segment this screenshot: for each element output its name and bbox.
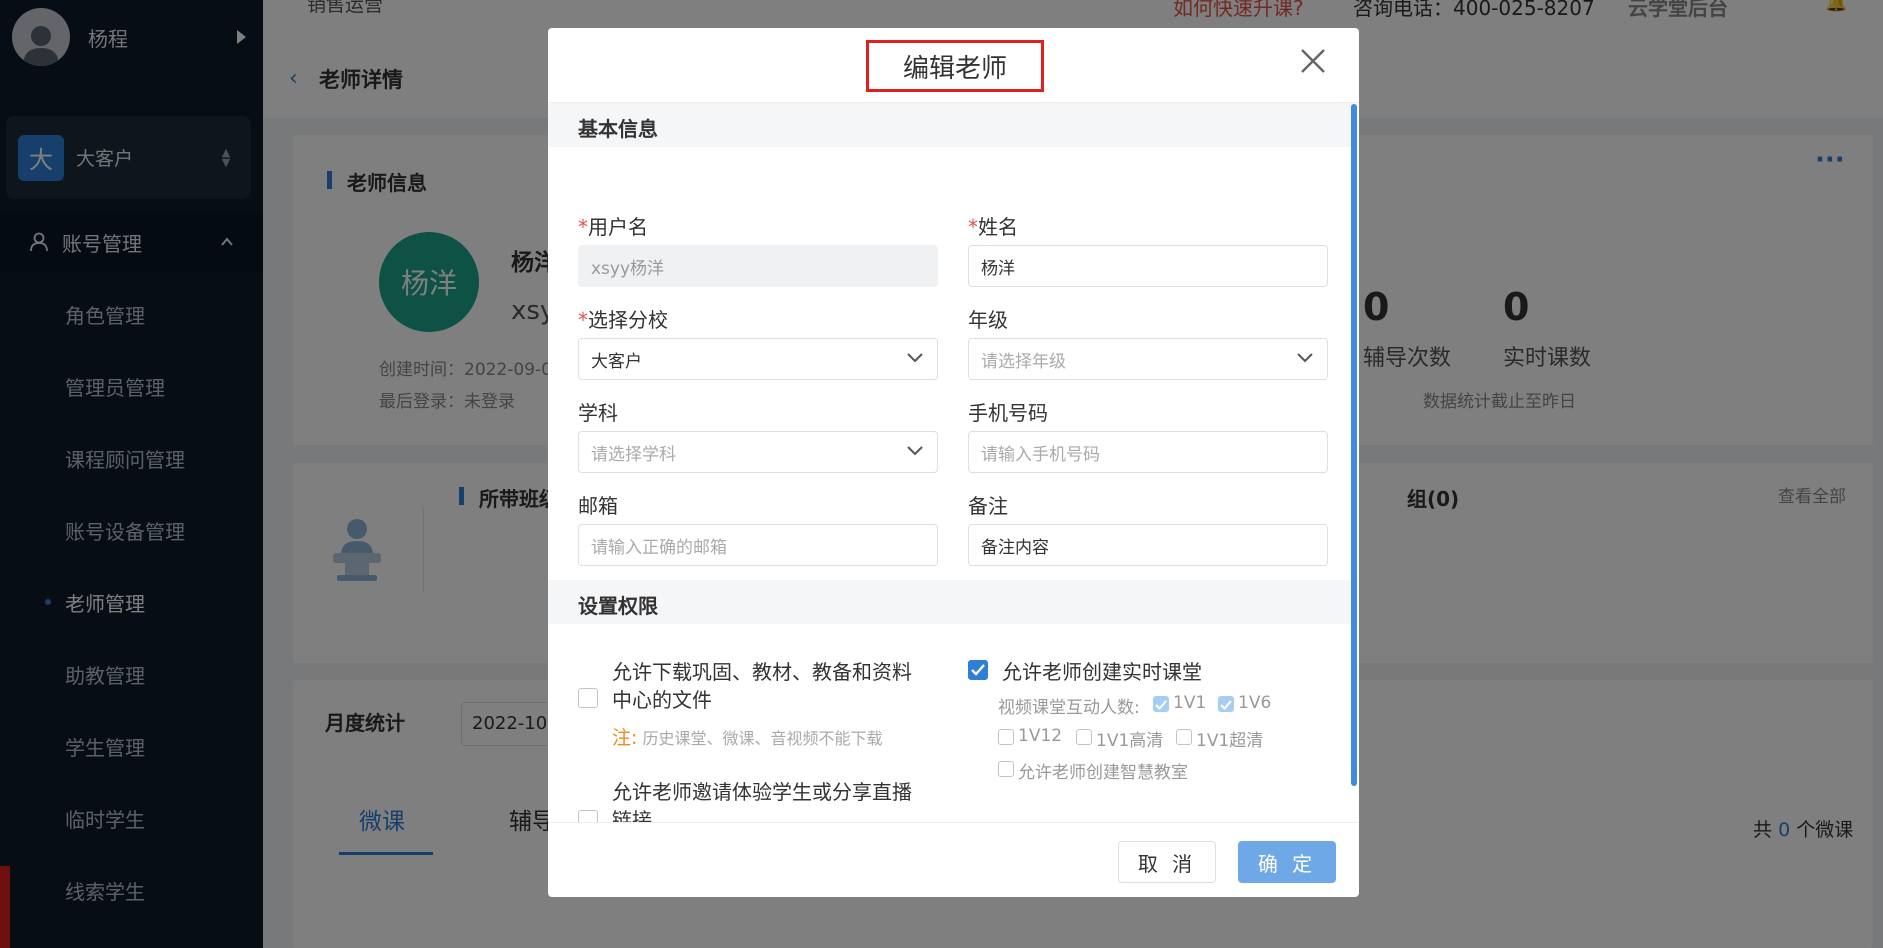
download-label-1: 允许下载巩固、教材、教备和资料 — [612, 660, 912, 684]
interact-label: 视频课堂互动人数: — [998, 698, 1140, 718]
opt-1v1uhd-label: 1V1超清 — [1196, 731, 1264, 751]
check-icon — [1220, 700, 1232, 710]
grade-label: 年级 — [968, 308, 1008, 332]
opt-1v1-checkbox — [1153, 696, 1169, 712]
subject-placeholder: 请选择学科 — [591, 444, 676, 465]
check-icon — [1155, 700, 1167, 710]
dialog-body: 基本信息 *用户名 xsyy杨洋 *姓名 杨洋 *选择分校 大客户 年级 请选择… — [548, 102, 1359, 822]
opt-1v12-checkbox — [998, 729, 1014, 745]
download-note: 注: 历史课堂、微课、音视频不能下载 — [612, 727, 883, 749]
opt-1v6-checkbox — [1218, 696, 1234, 712]
smart-class-checkbox — [998, 761, 1014, 777]
dialog-title: 编辑老师 — [866, 40, 1044, 92]
opt-1v1hd-label: 1V1高清 — [1096, 731, 1164, 751]
email-input[interactable]: 请输入正确的邮箱 — [578, 524, 938, 566]
email-label: 邮箱 — [578, 494, 618, 518]
smart-class-label: 允许老师创建智慧教室 — [1018, 763, 1188, 783]
realtime-checkbox[interactable] — [968, 660, 988, 680]
remark-input[interactable]: 备注内容 — [968, 524, 1328, 566]
username-field: xsyy杨洋 — [578, 245, 938, 287]
close-icon[interactable] — [1298, 46, 1328, 76]
invite-checkbox[interactable] — [578, 810, 598, 822]
download-label-2: 中心的文件 — [612, 688, 712, 712]
subject-label: 学科 — [578, 401, 618, 425]
branch-select[interactable]: 大客户 — [578, 338, 938, 380]
invite-label-1: 允许老师邀请体验学生或分享直播 — [612, 780, 912, 804]
remark-label: 备注 — [968, 494, 1008, 518]
section-basic: 基本信息 — [548, 103, 1352, 147]
edit-teacher-dialog: 编辑老师 基本信息 *用户名 xsyy杨洋 *姓名 杨洋 *选择分校 大客户 年… — [548, 28, 1359, 897]
download-checkbox[interactable] — [578, 688, 598, 708]
opt-1v1uhd-checkbox — [1176, 729, 1192, 745]
branch-value: 大客户 — [591, 351, 642, 372]
dialog-footer: 取 消 确 定 — [548, 822, 1359, 897]
grade-select[interactable]: 请选择年级 — [968, 338, 1328, 380]
section-permissions: 设置权限 — [548, 580, 1352, 624]
invite-label-2: 链接 — [612, 808, 652, 822]
chevron-down-icon — [907, 353, 923, 363]
name-label: *姓名 — [968, 215, 1018, 239]
phone-label: 手机号码 — [968, 401, 1048, 425]
chevron-down-icon — [907, 446, 923, 456]
grade-placeholder: 请选择年级 — [981, 351, 1066, 372]
subject-select[interactable]: 请选择学科 — [578, 431, 938, 473]
confirm-button[interactable]: 确 定 — [1238, 841, 1336, 883]
chevron-down-icon — [1297, 353, 1313, 363]
opt-1v1hd-checkbox — [1076, 729, 1092, 745]
branch-label: *选择分校 — [578, 308, 668, 332]
dialog-scrollbar[interactable] — [1351, 104, 1357, 786]
check-icon — [971, 664, 985, 676]
username-label: *用户名 — [578, 215, 648, 239]
opt-1v1-label: 1V1 — [1173, 693, 1207, 713]
realtime-label: 允许老师创建实时课堂 — [1002, 660, 1202, 684]
opt-1v12-label: 1V12 — [1018, 726, 1063, 746]
phone-input[interactable]: 请输入手机号码 — [968, 431, 1328, 473]
opt-1v6-label: 1V6 — [1238, 693, 1272, 713]
name-field[interactable]: 杨洋 — [968, 245, 1328, 287]
cancel-button[interactable]: 取 消 — [1118, 841, 1216, 883]
